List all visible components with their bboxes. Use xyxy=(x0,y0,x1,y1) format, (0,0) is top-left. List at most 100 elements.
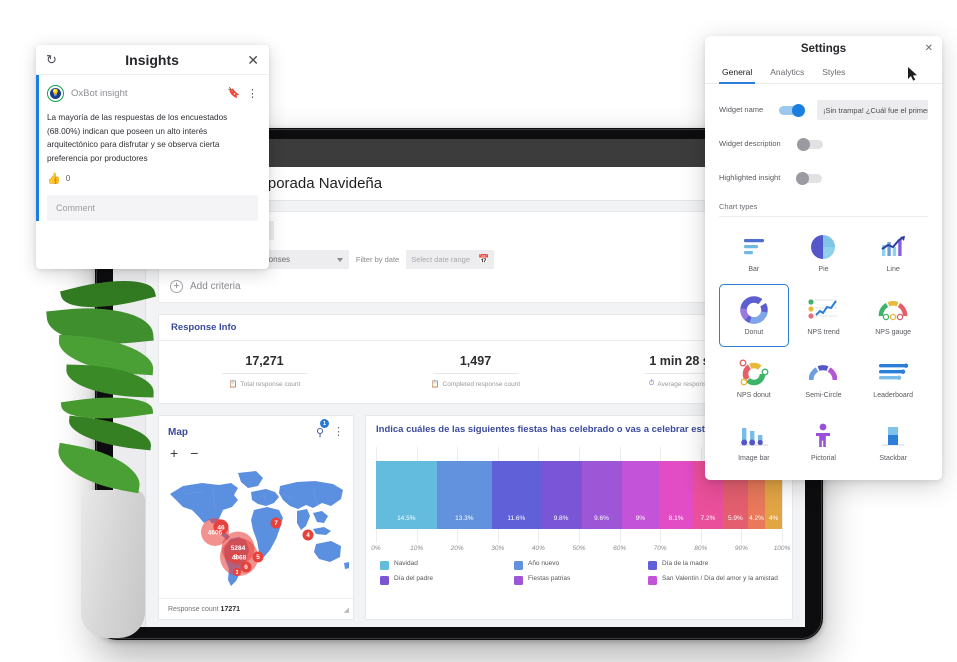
chart-type-nps-trend[interactable]: NPS trend xyxy=(789,284,859,347)
settings-panel: Settings ✕ General Analytics Styles Widg… xyxy=(705,36,942,480)
widget-name-input[interactable]: ¡Sin trampa! ¿Cuál fue el primer xyxy=(817,100,928,120)
x-axis-tick: 90% xyxy=(734,545,748,553)
bar-segment[interactable]: 9.8% xyxy=(540,461,582,530)
stat-label-wrap: 📋 Completed response count xyxy=(370,380,581,389)
chart-type-pictorial[interactable]: Pictorial xyxy=(789,410,859,473)
chart-type-nps-donut[interactable]: NPS donut xyxy=(719,347,789,410)
option-label: Highlighted insight xyxy=(719,172,781,182)
chart-type-bar[interactable]: Bar xyxy=(719,221,789,284)
x-axis-tick: 100% xyxy=(773,545,791,553)
legend-label: Día del padre xyxy=(394,575,434,583)
bar-segment[interactable]: 14.5% xyxy=(376,461,437,530)
chart-type-nps-gauge[interactable]: NPS gauge xyxy=(858,284,928,347)
option-widget-description: Widget description xyxy=(719,127,928,161)
more-vertical-icon[interactable]: ⋮ xyxy=(247,87,258,100)
stat-value: 17,271 xyxy=(245,354,284,368)
thumbs-up-icon[interactable]: 👍 xyxy=(47,172,61,185)
response-info-card: Response Info 17,271 📋 Total response co… xyxy=(158,314,793,404)
insight-meta-row: 💡 OxBot insight 🔖 ⋮ xyxy=(47,85,258,102)
svg-text:6: 6 xyxy=(244,564,248,571)
date-range-input[interactable]: Select date range 📅 xyxy=(406,250,495,269)
resize-grip-icon[interactable]: ◢ xyxy=(344,606,349,614)
settings-title: Settings xyxy=(800,42,847,55)
bar-chart-icon xyxy=(741,232,767,262)
settings-body: Widget name ¡Sin trampa! ¿Cuál fue el pr… xyxy=(705,84,942,473)
map-canvas[interactable]: 46 4606 5284 5 4068 5 6 3 7 4 xyxy=(163,464,349,593)
insights-header: ↻ Insights ✕ xyxy=(36,45,269,75)
tab-styles[interactable]: Styles xyxy=(822,61,845,83)
bar-segment-label: 9.8% xyxy=(553,515,569,523)
chart-type-label: Leaderboard xyxy=(873,392,913,399)
map-widget: Map ⚲ 1 ⋮ + − 46 4606 5284 5 4068 5 6 3 … xyxy=(158,415,354,620)
tab-general[interactable]: General xyxy=(718,61,756,84)
legend-item[interactable]: Día del padre xyxy=(380,575,514,586)
svg-text:4606: 4606 xyxy=(208,530,223,537)
bot-badge: 💡 xyxy=(50,88,61,99)
x-axis-tick: 20% xyxy=(450,545,464,553)
response-info-title: Response Info xyxy=(159,315,792,341)
bar-segment-label: 9% xyxy=(635,515,646,523)
bar-segment[interactable]: 9.6% xyxy=(581,461,622,530)
chart-type-image-bar[interactable]: Image bar xyxy=(719,410,789,473)
legend-item[interactable]: Año nuevo xyxy=(513,560,648,571)
x-axis-tick: 60% xyxy=(613,545,627,553)
x-axis-tick: 30% xyxy=(491,545,505,553)
legend-label: Navidad xyxy=(394,560,418,568)
option-label: Widget name xyxy=(719,104,764,114)
svg-text:3: 3 xyxy=(236,570,239,576)
chart-type-label: Semi-Circle xyxy=(805,392,842,399)
chevron-down-icon xyxy=(336,257,343,262)
bar-segment[interactable]: 9% xyxy=(621,461,660,530)
map-zoom-out-button[interactable]: − xyxy=(190,446,198,460)
chart-type-semi-circle[interactable]: Semi-Circle xyxy=(789,347,859,410)
legend-item[interactable]: Navidad xyxy=(380,560,514,571)
map-pin-badge: 1 xyxy=(320,419,329,428)
map-zoom-in-button[interactable]: + xyxy=(170,446,178,460)
chart-types-grid: Bar Pie Line Donut NPS trend NPS gauge NPS don… xyxy=(719,221,928,473)
legend-swatch xyxy=(380,561,389,571)
bar-segment[interactable]: 8.1% xyxy=(659,461,694,530)
stackbar-icon xyxy=(880,421,906,451)
close-icon[interactable]: ✕ xyxy=(247,53,259,67)
legend-label: Año nuevo xyxy=(527,560,560,568)
settings-header: Settings ✕ xyxy=(705,36,942,61)
bookmark-icon[interactable]: 🔖 xyxy=(228,88,240,99)
add-criteria-button[interactable]: + Add criteria xyxy=(170,280,781,293)
stat-total-responses: 17,271 📋 Total response count xyxy=(159,354,370,388)
svg-text:5: 5 xyxy=(256,554,260,561)
chart-type-pie[interactable]: Pie xyxy=(789,221,859,284)
comment-input[interactable]: Comment xyxy=(47,195,258,222)
legend-swatch xyxy=(647,561,657,571)
chart-type-leaderboard[interactable]: Leaderboard xyxy=(858,347,928,410)
refresh-icon[interactable]: ↻ xyxy=(46,53,57,66)
nps-gauge-icon xyxy=(878,295,908,325)
mouse-cursor-icon xyxy=(908,67,918,86)
legend-item[interactable]: San Valentín / Día del amor y la amistad xyxy=(647,575,782,586)
responses-icon: 📋 xyxy=(228,381,238,388)
chart-type-label: NPS gauge xyxy=(875,329,912,336)
calendar-icon: 📅 xyxy=(478,254,490,264)
insights-title: Insights xyxy=(125,51,179,68)
legend-item[interactable]: Fiestas patrias xyxy=(513,575,648,586)
map-pin-button[interactable]: ⚲ 1 xyxy=(316,419,329,441)
donut-chart-icon xyxy=(740,295,768,325)
settings-tabs: General Analytics Styles xyxy=(705,61,942,84)
chart-type-stackbar[interactable]: Stackbar xyxy=(858,410,928,473)
image-bar-icon xyxy=(739,421,769,451)
line-chart-icon xyxy=(880,232,906,262)
x-axis-tick: 0% xyxy=(371,545,381,553)
insight-like-row[interactable]: 👍 0 xyxy=(47,172,258,185)
bar-segment[interactable]: 13.3% xyxy=(436,461,493,530)
chart-type-line[interactable]: Line xyxy=(858,221,928,284)
chart-type-donut[interactable]: Donut xyxy=(719,284,789,347)
legend-item[interactable]: Día de la madre xyxy=(647,560,782,571)
tab-analytics[interactable]: Analytics xyxy=(770,61,804,83)
bar-segment[interactable]: 11.6% xyxy=(492,461,541,530)
bar-segment-label: 13.3% xyxy=(455,515,474,523)
x-axis-tick: 50% xyxy=(572,545,586,553)
close-icon[interactable]: ✕ xyxy=(925,43,933,54)
map-more-button[interactable]: ⋮ xyxy=(333,426,344,438)
highlighted-insight-toggle[interactable] xyxy=(796,171,823,185)
widget-description-toggle[interactable] xyxy=(796,137,823,151)
widget-name-toggle[interactable] xyxy=(779,103,805,117)
